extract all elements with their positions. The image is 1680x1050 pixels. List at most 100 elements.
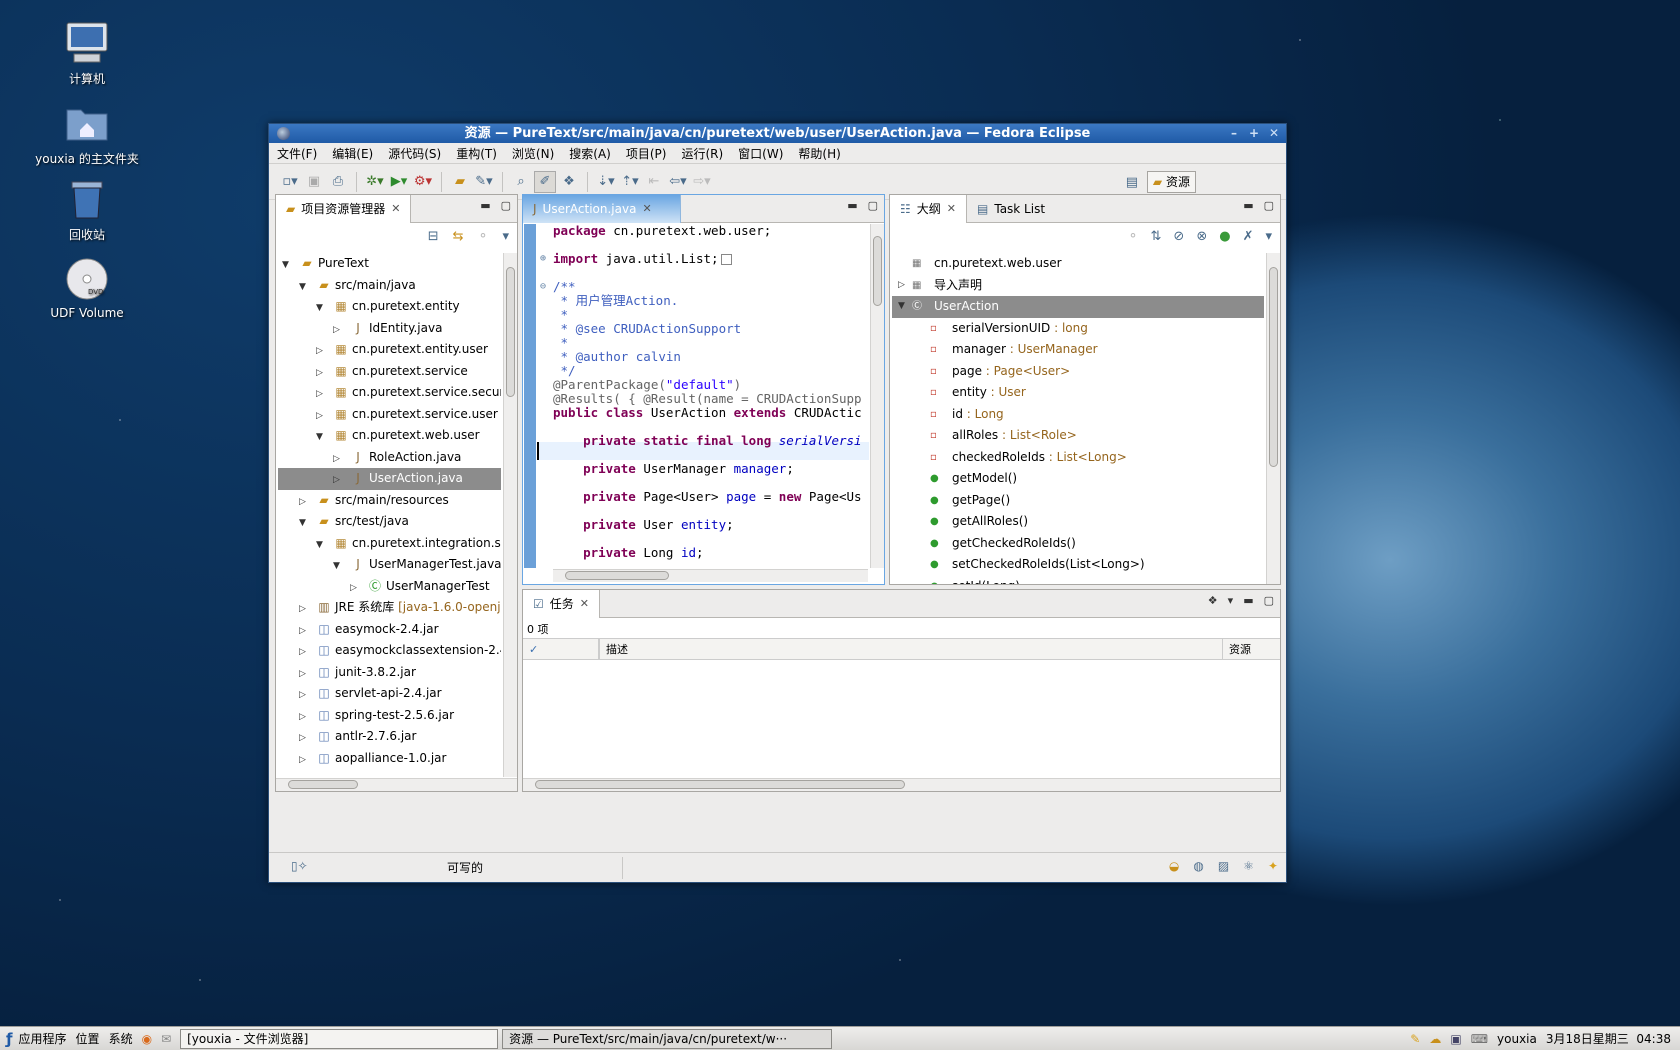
prev-annotation-icon[interactable]: ⇡▾ bbox=[619, 171, 641, 193]
tree-item[interactable]: ▼ ▦ cn.puretext.entity bbox=[278, 296, 501, 318]
horizontal-scrollbar[interactable] bbox=[523, 778, 1280, 791]
tree-item[interactable]: ▷ ▦ cn.puretext.service.user bbox=[278, 404, 501, 426]
hide-local-types-icon[interactable]: ✗ bbox=[1243, 229, 1254, 244]
maximize-icon[interactable]: ▢ bbox=[501, 199, 511, 212]
collapsed-twisty-icon[interactable]: ▷ bbox=[299, 728, 311, 750]
vertical-scrollbar[interactable] bbox=[870, 224, 884, 568]
scrollbar-thumb[interactable] bbox=[565, 571, 669, 580]
menu-item[interactable]: 运行(R) bbox=[681, 145, 723, 162]
close-icon[interactable]: ✕ bbox=[391, 195, 400, 223]
keyboard-icon[interactable]: ⌨ bbox=[1471, 1032, 1488, 1046]
tree-item[interactable]: ▷ ◫ junit-3.8.2.jar bbox=[278, 662, 501, 684]
tree-item[interactable]: ▷ J UserAction.java bbox=[278, 468, 501, 490]
hide-static-icon[interactable]: ⊗ bbox=[1196, 229, 1207, 244]
menu-item[interactable]: 搜索(A) bbox=[569, 145, 611, 162]
outline-item[interactable]: ▫ checkedRoleIds : List<Long> bbox=[892, 447, 1264, 469]
collapsed-twisty-icon[interactable]: ▷ bbox=[299, 685, 311, 707]
debug-icon[interactable]: ✲▾ bbox=[364, 171, 386, 193]
forward-icon[interactable]: ⇨▾ bbox=[691, 171, 713, 193]
outline-item[interactable]: ▫ id : Long bbox=[892, 404, 1264, 426]
tree-item[interactable]: ▷ ▦ cn.puretext.entity.user bbox=[278, 339, 501, 361]
collapsed-twisty-icon[interactable]: ▷ bbox=[299, 664, 311, 686]
close-icon[interactable]: ✕ bbox=[947, 195, 956, 223]
collapsed-twisty-icon[interactable]: ▷ bbox=[299, 492, 311, 514]
back-icon[interactable]: ⇦▾ bbox=[667, 171, 689, 193]
tree-item[interactable]: ▷ ◫ spring-test-2.5.6.jar bbox=[278, 705, 501, 727]
vertical-scrollbar[interactable] bbox=[1266, 253, 1280, 584]
menu-item[interactable]: 编辑(E) bbox=[332, 145, 373, 162]
collapsed-twisty-icon[interactable]: ▷ bbox=[333, 320, 345, 342]
view-menu-icon[interactable]: ▾ bbox=[502, 229, 509, 244]
open-folder-icon[interactable]: ▰ bbox=[449, 171, 471, 193]
collapsed-twisty-icon[interactable]: ▷ bbox=[299, 707, 311, 729]
collapsed-twisty-icon[interactable]: ▷ bbox=[316, 341, 328, 363]
menu-item[interactable]: 文件(F) bbox=[277, 145, 317, 162]
outline-item[interactable]: ▦ cn.puretext.web.user bbox=[892, 253, 1264, 275]
folded-marker-icon[interactable] bbox=[720, 254, 732, 265]
tree-item[interactable]: ▷ ▦ cn.puretext.service bbox=[278, 361, 501, 383]
window-titlebar[interactable]: 资源 — PureText/src/main/java/cn/puretext/… bbox=[269, 124, 1286, 143]
expanded-twisty-icon[interactable]: ▼ bbox=[898, 296, 905, 318]
expanded-twisty-icon[interactable]: ▼ bbox=[316, 298, 328, 320]
menu-item[interactable]: 帮助(H) bbox=[798, 145, 840, 162]
open-type-icon[interactable]: ✎▾ bbox=[473, 171, 495, 193]
menu-applications[interactable]: 应用程序 bbox=[19, 1030, 67, 1047]
maximize-icon[interactable]: + bbox=[1246, 126, 1262, 141]
collapsed-twisty-icon[interactable]: ▷ bbox=[898, 275, 905, 297]
collapsed-twisty-icon[interactable]: ▷ bbox=[333, 470, 345, 492]
outline-item[interactable]: ● setCheckedRoleIds(List<Long>) bbox=[892, 554, 1264, 576]
network-icon[interactable]: ▣ bbox=[1450, 1032, 1461, 1046]
minimize-icon[interactable]: ▬ bbox=[1243, 199, 1253, 212]
tree-item[interactable]: ▷ ◫ aopalliance-1.0.jar bbox=[278, 748, 501, 770]
collapsed-twisty-icon[interactable]: ▷ bbox=[299, 750, 311, 772]
minimize-icon[interactable]: ▬ bbox=[847, 199, 857, 212]
code-area[interactable]: package cn.puretext.web.user; ⊕ import jav… bbox=[537, 224, 869, 568]
tree-item[interactable]: ▷ ▥ JRE 系统库 [java-1.6.0-openjd bbox=[278, 597, 501, 619]
scrollbar-thumb[interactable] bbox=[288, 780, 358, 789]
tree-item[interactable]: ▷ ◫ servlet-api-2.4.jar bbox=[278, 683, 501, 705]
tree-item[interactable]: ▼ ▰ PureText bbox=[278, 253, 501, 275]
outline-item[interactable]: ● getAllRoles() bbox=[892, 511, 1264, 533]
outline-item[interactable]: ● setId(Long) bbox=[892, 576, 1264, 585]
perspective-resource-button[interactable]: ▰ 资源 bbox=[1146, 171, 1196, 193]
horizontal-scrollbar[interactable] bbox=[553, 569, 868, 582]
open-perspective-icon[interactable]: ▤ bbox=[1121, 171, 1143, 193]
tab-project-explorer[interactable]: ▰ 项目资源管理器 ✕ bbox=[276, 195, 412, 223]
scrollbar-thumb[interactable] bbox=[506, 267, 515, 397]
collapsed-twisty-icon[interactable]: ▷ bbox=[299, 621, 311, 643]
outline-item[interactable]: ▫ allRoles : List<Role> bbox=[892, 425, 1264, 447]
tree-item[interactable]: ▷ ▦ cn.puretext.service.securi bbox=[278, 382, 501, 404]
fold-collapse-icon[interactable]: ⊖ bbox=[540, 280, 546, 294]
tab-useraction-java[interactable]: J UserAction.java ✕ bbox=[523, 195, 681, 223]
outline-item[interactable]: ● getPage() bbox=[892, 490, 1264, 512]
network-icon[interactable]: ⚛ bbox=[1243, 859, 1254, 873]
outline-item[interactable]: ▷ ▦ 导入声明 bbox=[892, 275, 1264, 297]
column-header-resource[interactable]: 资源 bbox=[1222, 639, 1280, 659]
collapsed-twisty-icon[interactable]: ▷ bbox=[299, 642, 311, 664]
close-icon[interactable]: ✕ bbox=[642, 195, 651, 223]
expanded-twisty-icon[interactable]: ▼ bbox=[333, 556, 345, 578]
mail-icon[interactable]: ✉ bbox=[161, 1032, 171, 1046]
tree-item[interactable]: ▼ ▦ cn.puretext.web.user bbox=[278, 425, 501, 447]
desktop-icon-dvd[interactable]: DVD UDF Volume bbox=[32, 256, 142, 320]
fastview-icon[interactable]: ▯✧ bbox=[291, 859, 308, 873]
hide-nonpublic-icon[interactable]: ● bbox=[1219, 229, 1230, 244]
close-icon[interactable]: ✕ bbox=[1266, 126, 1282, 141]
collapsed-twisty-icon[interactable]: ▷ bbox=[316, 384, 328, 406]
tree-item[interactable]: ▷ J IdEntity.java bbox=[278, 318, 501, 340]
tab-outline[interactable]: ☷ 大纲 ✕ bbox=[890, 195, 967, 223]
tree-item[interactable]: ▷ Ⓒ UserManagerTest bbox=[278, 576, 501, 598]
collapse-all-icon[interactable]: ⊟ bbox=[428, 229, 439, 244]
tree-item[interactable]: ▼ J UserManagerTest.java bbox=[278, 554, 501, 576]
maximize-icon[interactable]: ▢ bbox=[1264, 594, 1274, 607]
tree-item[interactable]: ▼ ▦ cn.puretext.integration.se bbox=[278, 533, 501, 555]
link-editor-icon[interactable]: ⇆ bbox=[453, 229, 464, 244]
menu-system[interactable]: 系统 bbox=[109, 1030, 133, 1047]
hide-fields-icon[interactable]: ⊘ bbox=[1173, 229, 1184, 244]
expanded-twisty-icon[interactable]: ▼ bbox=[282, 255, 294, 277]
task-file-browser[interactable]: [youxia - 文件浏览器] bbox=[180, 1028, 499, 1049]
fold-expand-icon[interactable]: ⊕ bbox=[540, 252, 546, 266]
fedora-icon[interactable]: ƒ bbox=[6, 1030, 13, 1048]
monitor-icon[interactable]: ▨ bbox=[1218, 859, 1229, 873]
focus-icon[interactable]: ⚬ bbox=[1128, 229, 1139, 244]
